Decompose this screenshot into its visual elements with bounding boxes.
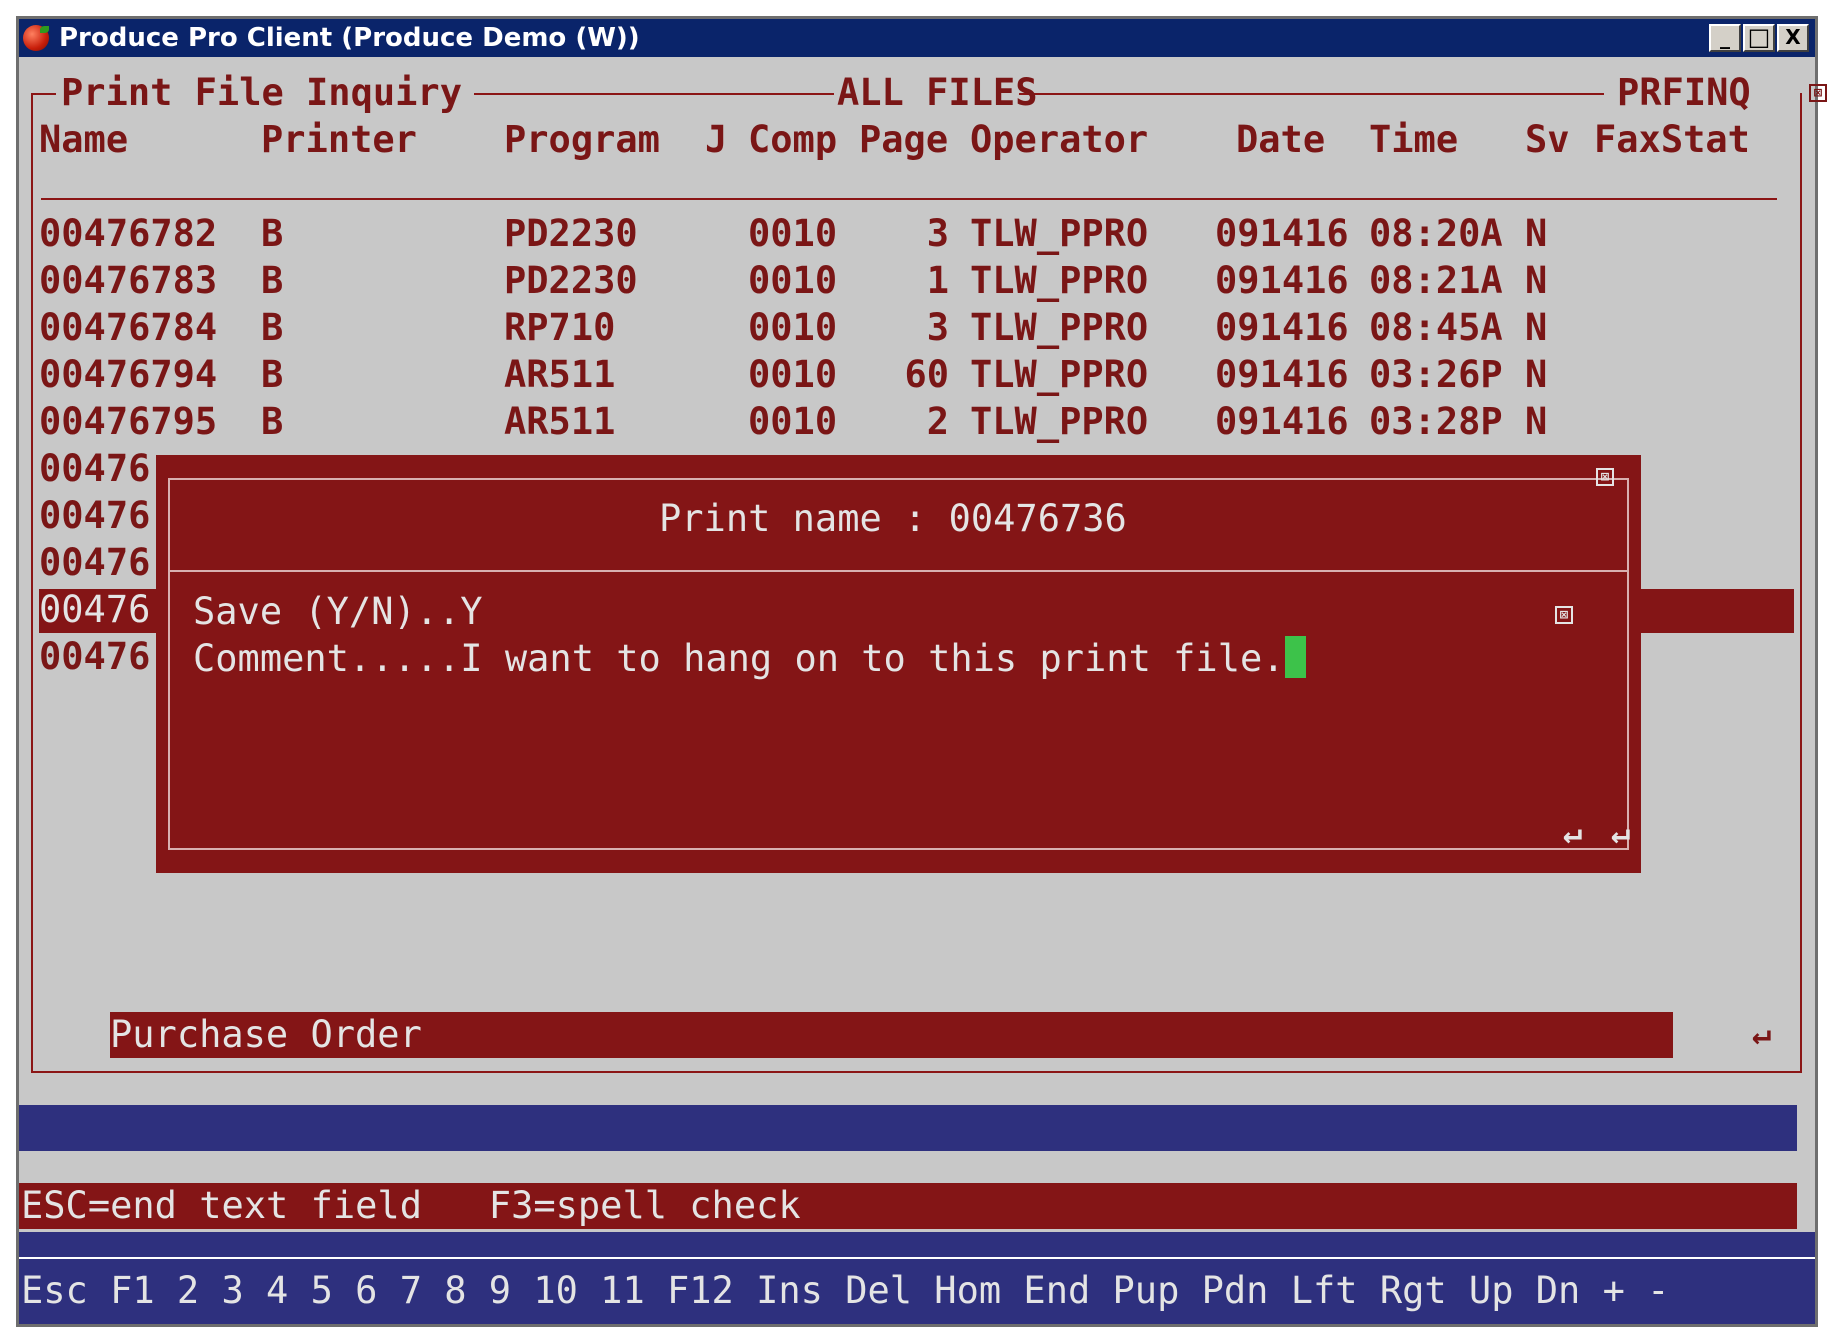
title-bar[interactable]: Produce Pro Client (Produce Demo (W)) _ … bbox=[19, 19, 1815, 57]
minimize-button[interactable]: _ bbox=[1709, 24, 1741, 52]
col-date: Date bbox=[1236, 118, 1326, 161]
function-keys[interactable]: Esc F1 2 3 4 5 6 7 8 9 10 11 F12 Ins Del… bbox=[21, 1268, 1669, 1314]
col-operator: Operator bbox=[970, 118, 1149, 161]
col-page: Page bbox=[859, 118, 949, 161]
table-row[interactable]: 00476 bbox=[39, 493, 150, 539]
app-apple-icon bbox=[23, 25, 49, 51]
col-program: Program bbox=[504, 118, 660, 161]
col-j: J bbox=[705, 118, 728, 161]
comment-field[interactable]: Comment.....I want to hang on to this pr… bbox=[193, 636, 1306, 682]
filter-label: ALL FILES bbox=[837, 71, 1038, 114]
close-button[interactable]: X bbox=[1777, 24, 1809, 52]
maximize-button[interactable]: □ bbox=[1743, 24, 1775, 52]
enter-icon[interactable]: ↵ bbox=[1563, 809, 1582, 855]
col-name: Name bbox=[39, 118, 129, 161]
col-sv: Sv bbox=[1525, 118, 1570, 161]
status-label: Purchase Order bbox=[110, 1013, 422, 1056]
col-comp: Comp bbox=[748, 118, 838, 161]
program-code: PRFINQ bbox=[1617, 71, 1751, 114]
table-row[interactable]: 00476 bbox=[39, 446, 150, 492]
hint-bar: ESC=end text field F3=spell check bbox=[19, 1183, 1797, 1229]
save-field[interactable]: Save (Y/N)..Y bbox=[193, 589, 483, 635]
col-faxstat: FaxStat bbox=[1594, 118, 1750, 161]
status-bar: Purchase Order bbox=[110, 1012, 1673, 1058]
frame-enter-icon[interactable]: ↵ bbox=[1752, 1010, 1771, 1056]
print-name-label: Print name : 00476736 bbox=[659, 497, 1127, 540]
message-bar bbox=[19, 1105, 1797, 1151]
dialog-close-icon[interactable]: ⊠ bbox=[1596, 468, 1614, 486]
enter-icon[interactable]: ↵ bbox=[1611, 809, 1630, 855]
table-row[interactable]: 00476 bbox=[39, 540, 150, 586]
screen-heading: Print File Inquiry bbox=[61, 71, 462, 114]
table-row[interactable]: 00476 bbox=[39, 634, 150, 680]
screen-close-icon[interactable]: ⊠ bbox=[1809, 84, 1827, 102]
field-close-icon[interactable]: ⊠ bbox=[1555, 606, 1573, 624]
col-time: Time bbox=[1369, 118, 1459, 161]
function-key-bar[interactable]: Esc F1 2 3 4 5 6 7 8 9 10 11 F12 Ins Del… bbox=[19, 1232, 1815, 1324]
save-comment-dialog: ⊠ Print name : 00476736 Save (Y/N)..Y ⊠ … bbox=[156, 455, 1641, 873]
window-title: Produce Pro Client (Produce Demo (W)) bbox=[59, 23, 640, 53]
terminal-screen: Print File Inquiry ALL FILES PRFINQ ⊠ Na… bbox=[19, 57, 1827, 1324]
text-cursor bbox=[1284, 636, 1306, 678]
table-row-selected[interactable]: 00476 bbox=[39, 587, 150, 633]
col-printer: Printer bbox=[261, 118, 417, 161]
hint-text: ESC=end text field F3=spell check bbox=[21, 1184, 801, 1227]
app-window: Produce Pro Client (Produce Demo (W)) _ … bbox=[16, 16, 1827, 1327]
header-divider bbox=[41, 198, 1777, 200]
